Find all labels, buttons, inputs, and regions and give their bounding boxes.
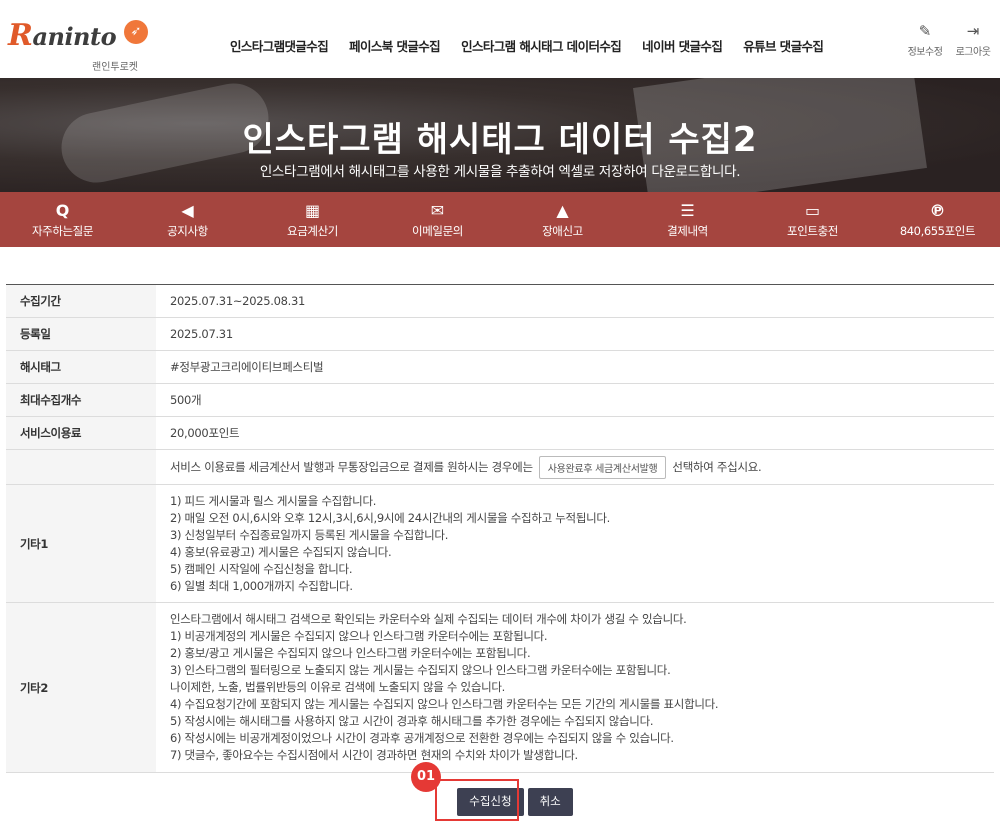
main-nav: 인스타그램댓글수집 페이스북 댓글수집 인스타그램 해시태그 데이터수집 네이버… — [230, 36, 844, 55]
etc1-notes: 1) 피드 게시물과 릴스 게시물을 수집합니다. 2) 매일 오전 0시,6시… — [170, 494, 611, 593]
nav-instagram-hashtag[interactable]: 인스타그램 해시태그 데이터수집 — [461, 36, 622, 55]
logout-icon: ⇥ — [966, 22, 980, 40]
page-subtitle: 인스타그램에서 해시태그를 사용한 게시물을 추출하여 엑셀로 저장하여 다운로… — [259, 164, 741, 180]
nav-facebook-comments[interactable]: 페이스북 댓글수집 — [349, 36, 441, 55]
max-count-label: 최대수집개수 — [6, 384, 156, 416]
edit-profile-link[interactable]: ✎ 정보수정 — [906, 22, 944, 59]
period-label: 수집기간 — [6, 285, 156, 317]
site-header: Raninto ➶ 랜인투로켓 인스타그램댓글수집 페이스북 댓글수집 인스타그… — [0, 0, 1000, 78]
table-row: 기타2 인스타그램에서 해시태그 검색으로 확인되는 카운터수와 실제 수집되는… — [6, 603, 994, 773]
menu-email[interactable]: ✉ 이메일문의 — [375, 192, 500, 247]
user-links: ✎ 정보수정 ⇥ 로그아웃 — [906, 22, 992, 59]
menu-calculator[interactable]: ▦ 요금계산기 — [250, 192, 375, 247]
table-row: 서비스이용료 20,000포인트 — [6, 417, 994, 450]
warning-icon: ▲ — [556, 201, 569, 220]
menu-payments[interactable]: ☰ 결제내역 — [625, 192, 750, 247]
nav-instagram-comments[interactable]: 인스타그램댓글수집 — [230, 36, 329, 55]
period-value: 2025.07.31~2025.08.31 — [170, 294, 306, 308]
page-title: 인스타그램 해시태그 데이터 수집2 — [242, 120, 758, 160]
logout-link[interactable]: ⇥ 로그아웃 — [954, 22, 992, 59]
rocket-icon: ➶ — [124, 20, 148, 44]
table-row: 최대수집개수 500개 — [6, 384, 994, 417]
logo-wordmark: Raninto — [8, 18, 117, 53]
envelope-icon: ✉ — [430, 201, 445, 220]
etc2-notes: 인스타그램에서 해시태그 검색으로 확인되는 카운터수와 실제 수집되는 데이터… — [170, 612, 719, 762]
fee-label: 서비스이용료 — [6, 417, 156, 449]
table-row: 수집기간 2025.07.31~2025.08.31 — [6, 285, 994, 318]
nav-youtube-comments[interactable]: 유튜브 댓글수집 — [743, 36, 824, 55]
fee-value: 20,000포인트 — [170, 426, 240, 440]
menu-notice[interactable]: ◀ 공지사항 — [125, 192, 250, 247]
tax-empty-label — [6, 450, 156, 484]
tax-invoice-button[interactable]: 사용완료후 세금계산서발행 — [538, 455, 667, 479]
menu-charge[interactable]: ▭ 포인트충전 — [750, 192, 875, 247]
pinterest-icon: ℗ — [929, 201, 946, 220]
calculator-icon: ▦ — [304, 201, 321, 220]
site-logo[interactable]: Raninto ➶ 랜인투로켓 — [8, 18, 158, 73]
registered-label: 등록일 — [6, 318, 156, 350]
tax-invoice-note: 서비스 이용료를 세금계산서 발행과 무통장입금으로 결제를 원하시는 경우에는… — [156, 450, 994, 484]
hashtag-label: 해시태그 — [6, 351, 156, 383]
card-icon: ▭ — [804, 201, 821, 220]
logo-subtitle: 랜인투로켓 — [92, 62, 138, 73]
nav-naver-comments[interactable]: 네이버 댓글수집 — [642, 36, 723, 55]
registered-value: 2025.07.31 — [170, 327, 233, 341]
megaphone-icon: ◀ — [181, 201, 194, 220]
collection-info-table: 수집기간 2025.07.31~2025.08.31 등록일 2025.07.3… — [6, 284, 994, 773]
menu-report[interactable]: ▲ 장애신고 — [500, 192, 625, 247]
etc2-label: 기타2 — [6, 603, 156, 772]
table-row: 서비스 이용료를 세금계산서 발행과 무통장입금으로 결제를 원하시는 경우에는… — [6, 450, 994, 485]
table-row: 등록일 2025.07.31 — [6, 318, 994, 351]
edit-icon: ✎ — [918, 22, 932, 40]
q-icon: Q — [55, 201, 70, 220]
quick-menu-bar: Q 자주하는질문 ◀ 공지사항 ▦ 요금계산기 ✉ 이메일문의 ▲ 장애신고 ☰ 결제내역 … — [0, 192, 1000, 247]
etc1-label: 기타1 — [6, 485, 156, 602]
menu-points[interactable]: ℗ 840,655포인트 — [875, 192, 1000, 247]
highlight-box — [435, 779, 519, 821]
menu-faq[interactable]: Q 자주하는질문 — [0, 192, 125, 247]
step-badge: 01 — [411, 762, 441, 792]
cancel-button[interactable]: 취소 — [527, 788, 573, 816]
table-row: 해시태그 #정부광고크리에이티브페스티벌 — [6, 351, 994, 384]
hashtag-value: #정부광고크리에이티브페스티벌 — [170, 360, 324, 374]
max-count-value: 500개 — [170, 393, 202, 407]
table-row: 기타1 1) 피드 게시물과 릴스 게시물을 수집합니다. 2) 매일 오전 0… — [6, 485, 994, 603]
list-icon: ☰ — [680, 201, 695, 220]
